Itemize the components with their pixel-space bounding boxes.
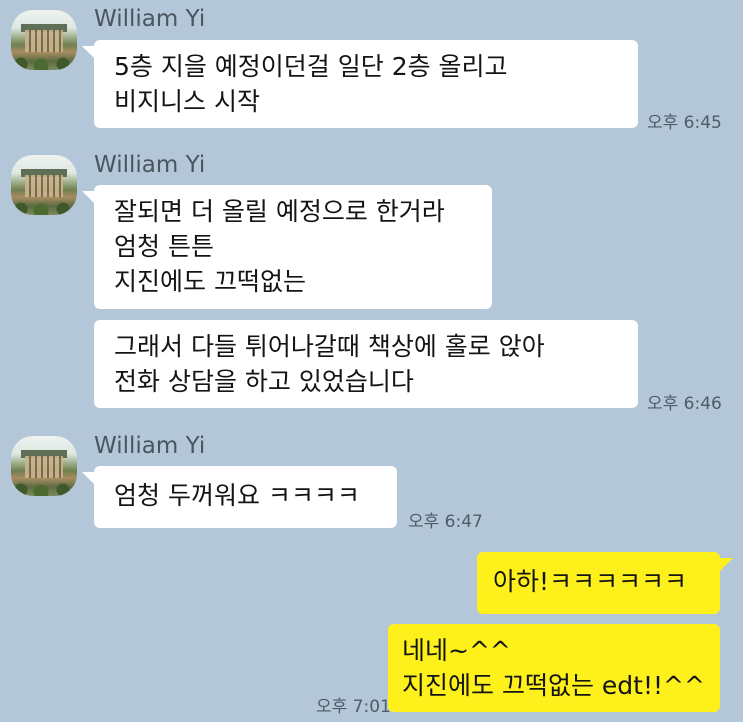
sender-avatar[interactable] — [11, 155, 77, 215]
message-line: 지진에도 끄떡없는 edt!!^^ — [402, 671, 705, 700]
my-message-bubble[interactable]: 네네~^^ 지진에도 끄떡없는 edt!!^^ — [388, 624, 720, 712]
bubble-tail — [719, 558, 733, 572]
message-line: 엄청 두꺼워요 ㅋㅋㅋㅋ — [114, 481, 360, 510]
message-line: 비지니스 시작 — [114, 87, 260, 116]
message-bubble[interactable]: 그래서 다들 튀어나갈때 책상에 홀로 앉아 전화 상담을 하고 있었습니다 — [94, 320, 638, 408]
message-line: 잘되면 더 올릴 예정으로 한거라 — [114, 197, 445, 226]
message-bubble[interactable]: 잘되면 더 올릴 예정으로 한거라 엄청 튼튼 지진에도 끄떡없는 — [94, 185, 492, 309]
avatar-trees — [11, 482, 77, 496]
sender-name[interactable]: William Yi — [94, 150, 205, 180]
message-line: 전화 상담을 하고 있었습니다 — [114, 367, 414, 396]
sender-name[interactable]: William Yi — [94, 431, 205, 461]
avatar-building — [25, 30, 63, 52]
avatar-building — [25, 456, 63, 478]
avatar-trees — [11, 201, 77, 215]
message-timestamp: 오후 6:46 — [647, 394, 722, 414]
avatar-building — [25, 175, 63, 197]
message-timestamp: 오후 6:45 — [647, 113, 722, 133]
my-message-bubble[interactable]: 아하!ㅋㅋㅋㅋㅋㅋ — [477, 552, 720, 614]
sender-name[interactable]: William Yi — [94, 4, 205, 34]
message-line: 5층 지을 예정이던걸 일단 2층 올리고 — [114, 52, 508, 81]
message-line: 그래서 다들 튀어나갈때 책상에 홀로 앉아 — [114, 332, 545, 361]
message-line: 엄청 튼튼 — [114, 232, 214, 261]
message-bubble[interactable]: 5층 지을 예정이던걸 일단 2층 올리고 비지니스 시작 — [94, 40, 638, 128]
message-line: 아하!ㅋㅋㅋㅋㅋㅋ — [493, 567, 688, 596]
avatar-trees — [11, 56, 77, 70]
sender-avatar[interactable] — [11, 10, 77, 70]
message-timestamp: 오후 7:01 — [316, 697, 391, 717]
message-bubble[interactable]: 엄청 두꺼워요 ㅋㅋㅋㅋ — [94, 466, 397, 528]
sender-avatar[interactable] — [11, 436, 77, 496]
message-line: 네네~^^ — [402, 636, 511, 665]
message-line: 지진에도 끄떡없는 — [114, 267, 306, 296]
message-timestamp: 오후 6:47 — [408, 512, 483, 532]
